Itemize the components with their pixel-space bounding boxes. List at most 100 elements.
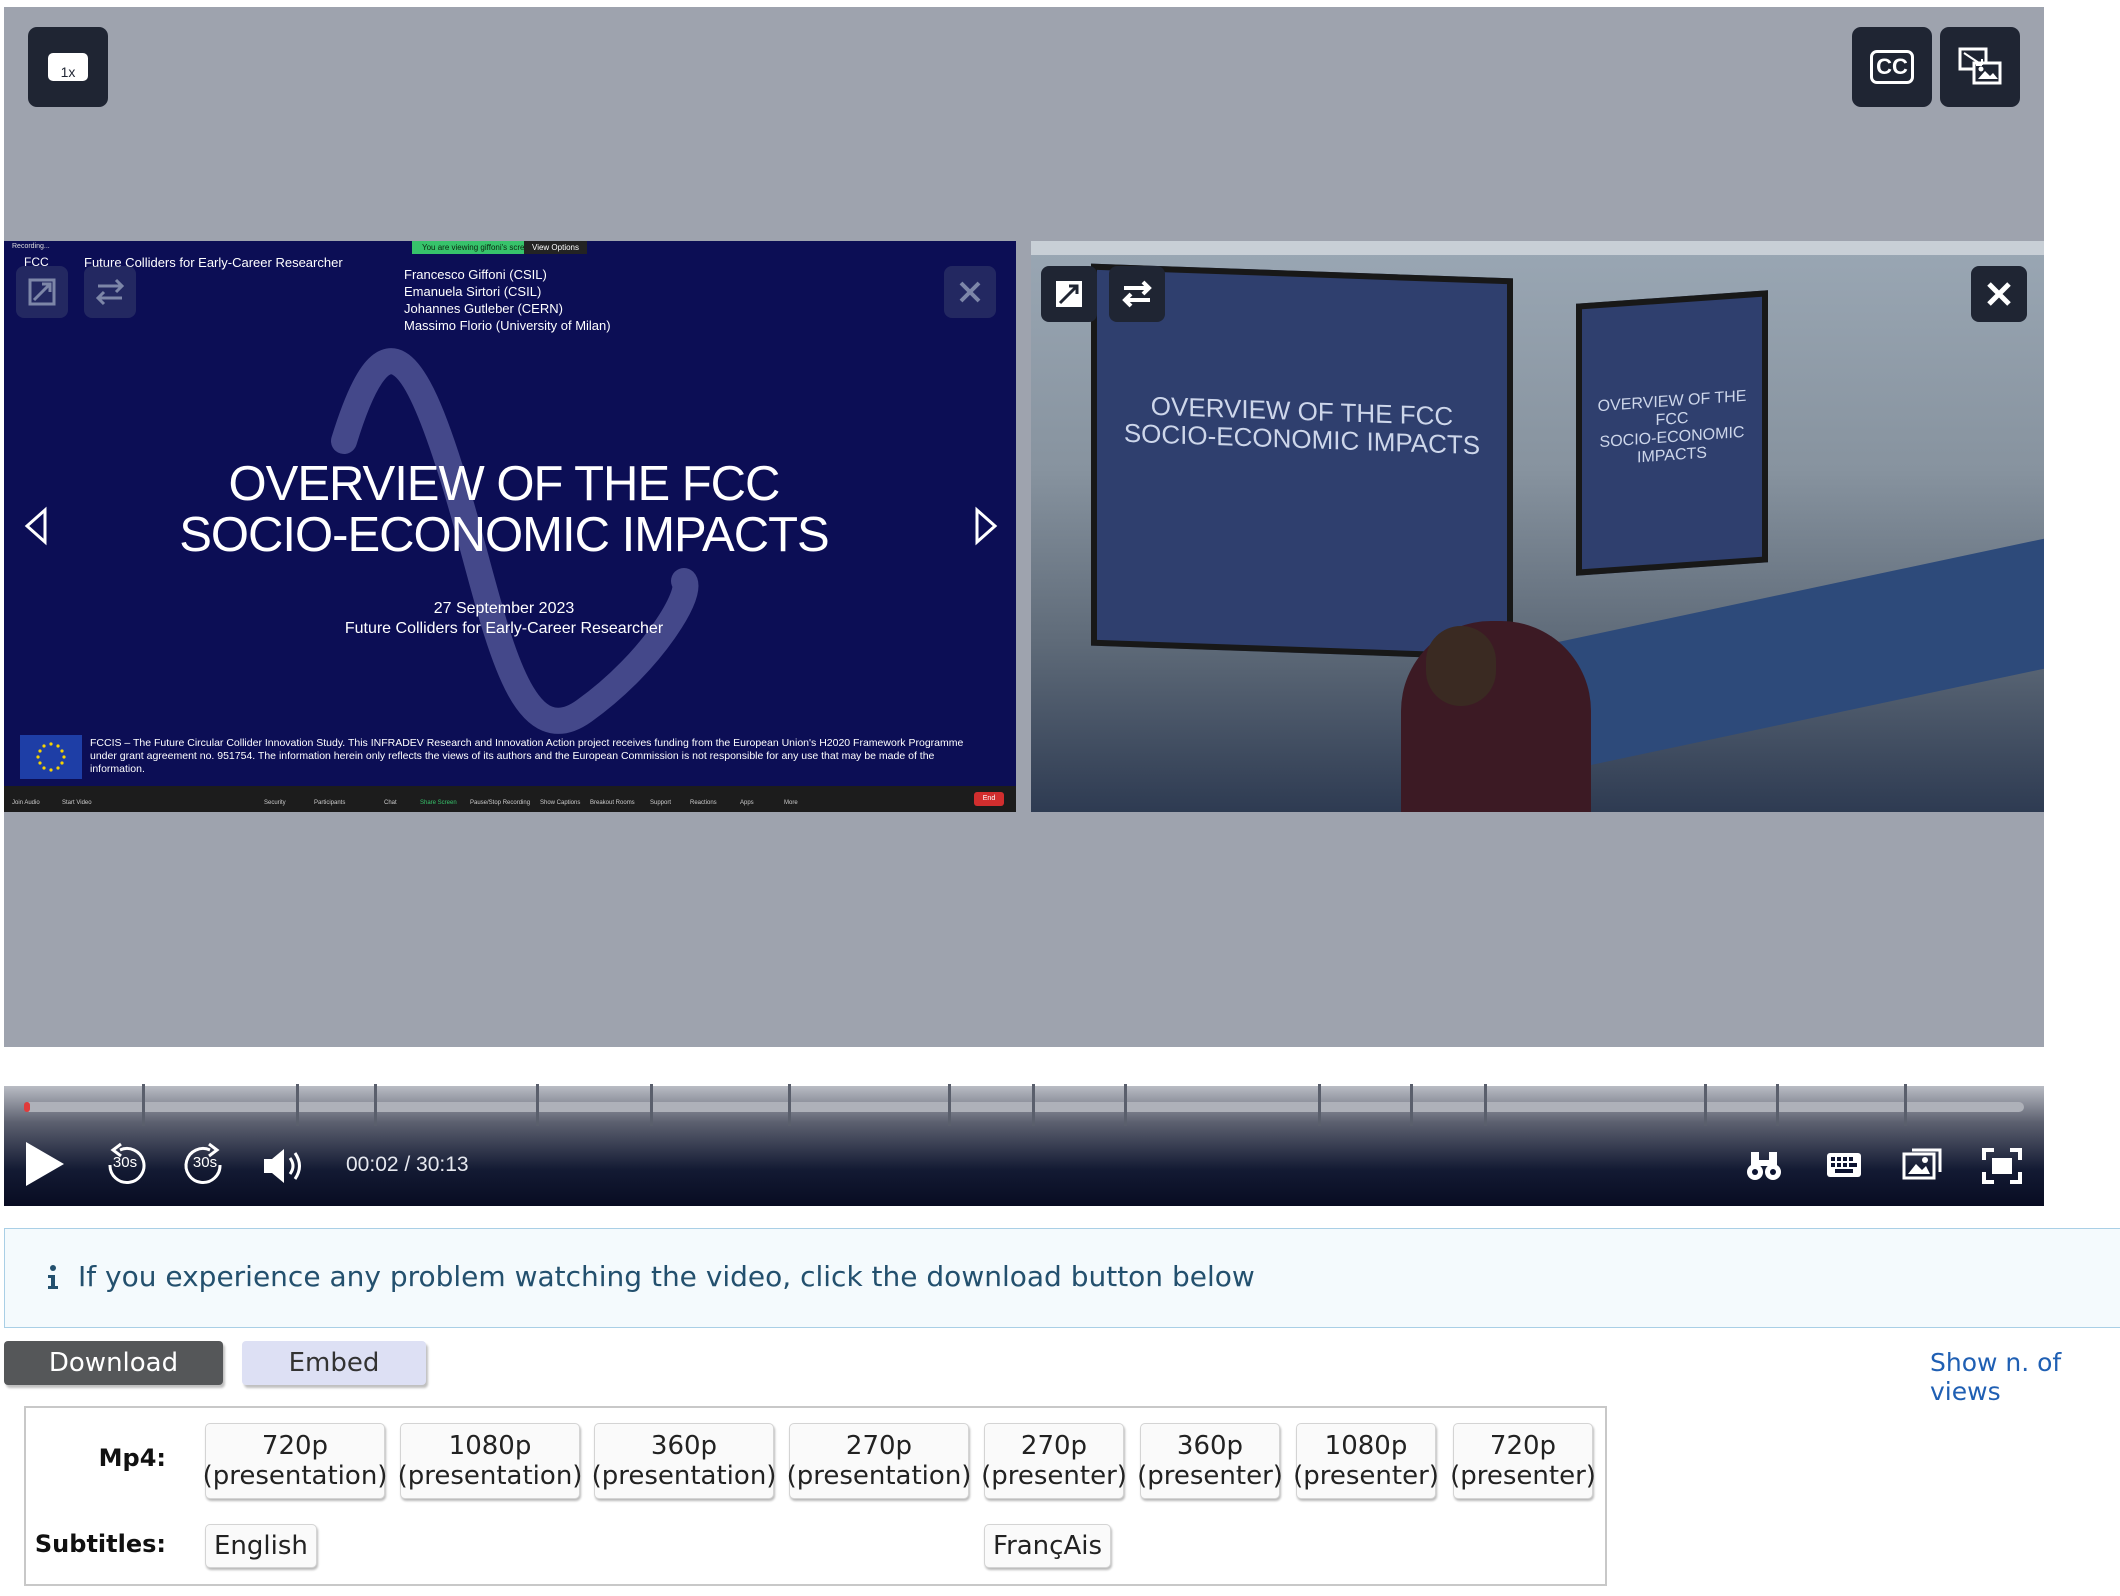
source-label: (presentation) <box>202 1461 388 1491</box>
chapter-marker[interactable] <box>374 1084 377 1126</box>
chapter-marker[interactable] <box>1776 1084 1779 1126</box>
zoom-toolbar: Join Audio Start Video Security Particip… <box>4 786 1016 812</box>
search-transcript-button[interactable] <box>1745 1148 1783 1186</box>
rewind-30-button[interactable]: 30s <box>100 1140 150 1190</box>
gallery-icon <box>1902 1148 1942 1180</box>
toolbar-item: Show Captions <box>540 800 581 806</box>
chapter-marker[interactable] <box>1904 1084 1907 1126</box>
fullscreen-button[interactable] <box>1982 1148 2022 1188</box>
presentation-video[interactable]: Recording... You are viewing giffoni's s… <box>4 241 1016 812</box>
play-button[interactable] <box>20 1138 68 1194</box>
source-label: (presenter) <box>1450 1461 1596 1491</box>
info-alert-text: If you experience any problem watching t… <box>78 1260 1255 1293</box>
chevron-right-icon <box>975 506 998 546</box>
tab-embed[interactable]: Embed <box>242 1341 426 1385</box>
chapter-marker[interactable] <box>788 1084 791 1126</box>
source-label: (presentation) <box>786 1461 972 1491</box>
cc-icon: CC <box>1870 50 1914 84</box>
ceiling <box>1031 241 2044 255</box>
keyboard-shortcuts-button[interactable] <box>1826 1152 1862 1182</box>
download-mp4-360p-presenter[interactable]: 360p (presenter) <box>1137 1423 1283 1499</box>
slide-close-button[interactable] <box>944 266 996 318</box>
tab-download[interactable]: Download <box>4 1341 223 1385</box>
forward-30-button[interactable]: 30s <box>180 1140 230 1190</box>
author: Emanuela Sirtori (CSIL) <box>404 284 542 299</box>
slide-expand-button[interactable] <box>16 266 68 318</box>
toolbar-item: Start Video <box>62 800 92 806</box>
author: Johannes Gutleber (CERN) <box>404 301 563 316</box>
keyboard-icon <box>1827 1153 1861 1177</box>
toolbar-item: Support <box>650 800 672 806</box>
download-mp4-1080p-presentation[interactable]: 1080p (presentation) <box>397 1423 583 1499</box>
screen-title: OVERVIEW OF THE FCC SOCIO-ECONOMIC IMPAC… <box>1097 390 1507 461</box>
captions-button[interactable]: CC <box>1852 27 1932 107</box>
next-slide-button[interactable] <box>968 503 1004 549</box>
download-subtitles-english[interactable]: English <box>205 1524 317 1568</box>
playback-speed-button[interactable]: 1x <box>28 27 108 107</box>
expand-icon <box>1056 281 1082 307</box>
resolution-label: 720p <box>261 1431 329 1461</box>
chevron-left-icon <box>24 506 47 546</box>
slide-swap-button[interactable] <box>84 266 136 318</box>
progress-track[interactable] <box>24 1102 2024 1112</box>
swap-icon <box>1122 280 1152 308</box>
chapter-marker[interactable] <box>1124 1084 1127 1126</box>
chapter-marker[interactable] <box>536 1084 539 1126</box>
camera-close-button[interactable] <box>1971 266 2027 322</box>
eu-stars-icon <box>36 742 66 772</box>
zoom-end-button: End <box>974 792 1004 806</box>
slide-subtitle: Future Colliders for Early-Career Resear… <box>344 620 664 637</box>
resolution-label: 360p <box>1176 1431 1244 1461</box>
recording-indicator: Recording... <box>12 243 50 250</box>
slides-gallery-button[interactable] <box>1902 1146 1944 1186</box>
toolbar-item: Security <box>264 800 286 806</box>
resolution-label: 360p <box>650 1431 718 1461</box>
download-mp4-1080p-presenter[interactable]: 1080p (presenter) <box>1293 1423 1439 1499</box>
expand-icon <box>28 278 56 306</box>
camera-swap-button[interactable] <box>1109 266 1165 322</box>
chapter-marker[interactable] <box>1704 1084 1707 1126</box>
previous-slide-button[interactable] <box>18 503 54 549</box>
download-mp4-720p-presenter[interactable]: 720p (presenter) <box>1450 1423 1596 1499</box>
toolbar-item: Participants <box>314 800 346 806</box>
speed-icon: 1x <box>48 53 88 81</box>
speed-label: 1x <box>60 64 76 80</box>
funding-notice: FCCIS – The Future Circular Collider Inn… <box>90 737 964 775</box>
camera-expand-button[interactable] <box>1041 266 1097 322</box>
toolbar-item: Join Audio <box>12 800 40 806</box>
download-mp4-360p-presentation[interactable]: 360p (presentation) <box>591 1423 777 1499</box>
volume-icon <box>264 1149 301 1183</box>
eu-flag-logo <box>20 735 82 779</box>
chapter-marker[interactable] <box>142 1084 145 1126</box>
chapter-marker[interactable] <box>1318 1084 1321 1126</box>
download-mp4-720p-presentation[interactable]: 720p (presentation) <box>202 1423 388 1499</box>
resolution-label: 1080p <box>1324 1431 1408 1461</box>
play-icon <box>26 1142 64 1186</box>
info-icon <box>46 1264 60 1294</box>
chapter-marker[interactable] <box>296 1084 299 1126</box>
source-label: (presentation) <box>591 1461 777 1491</box>
chapter-marker[interactable] <box>948 1084 951 1126</box>
source-label: (presentation) <box>397 1461 583 1491</box>
volume-button[interactable] <box>260 1145 306 1191</box>
projection-screen-1: OVERVIEW OF THE FCC SOCIO-ECONOMIC IMPAC… <box>1091 263 1513 661</box>
layout-switch-button[interactable] <box>1940 27 2020 107</box>
forward-label: 30s <box>192 1154 218 1171</box>
chapter-marker[interactable] <box>650 1084 653 1126</box>
chapter-marker[interactable] <box>1484 1084 1487 1126</box>
presenter-video[interactable]: OVERVIEW OF THE FCC SOCIO-ECONOMIC IMPAC… <box>1031 241 2044 812</box>
download-subtitles-francais[interactable]: FrançAis <box>984 1524 1112 1568</box>
author: Francesco Giffoni (CSIL) <box>404 267 547 282</box>
toolbar-item: Breakout Rooms <box>590 800 635 806</box>
source-label: (presenter) <box>981 1461 1127 1491</box>
chapter-marker[interactable] <box>1032 1084 1035 1126</box>
slide-authors: Francesco Giffoni (CSIL) Emanuela Sirtor… <box>404 266 611 334</box>
toolbar-item: Share Screen <box>420 800 457 806</box>
show-views-link[interactable]: Show n. of views <box>1930 1348 2120 1406</box>
chapter-marker[interactable] <box>1410 1084 1413 1126</box>
picture-in-picture-icon <box>1958 47 2002 85</box>
download-mp4-270p-presentation[interactable]: 270p (presentation) <box>786 1423 972 1499</box>
resolution-label: 1080p <box>448 1431 532 1461</box>
rewind-label: 30s <box>112 1154 138 1171</box>
download-mp4-270p-presenter[interactable]: 270p (presenter) <box>981 1423 1127 1499</box>
